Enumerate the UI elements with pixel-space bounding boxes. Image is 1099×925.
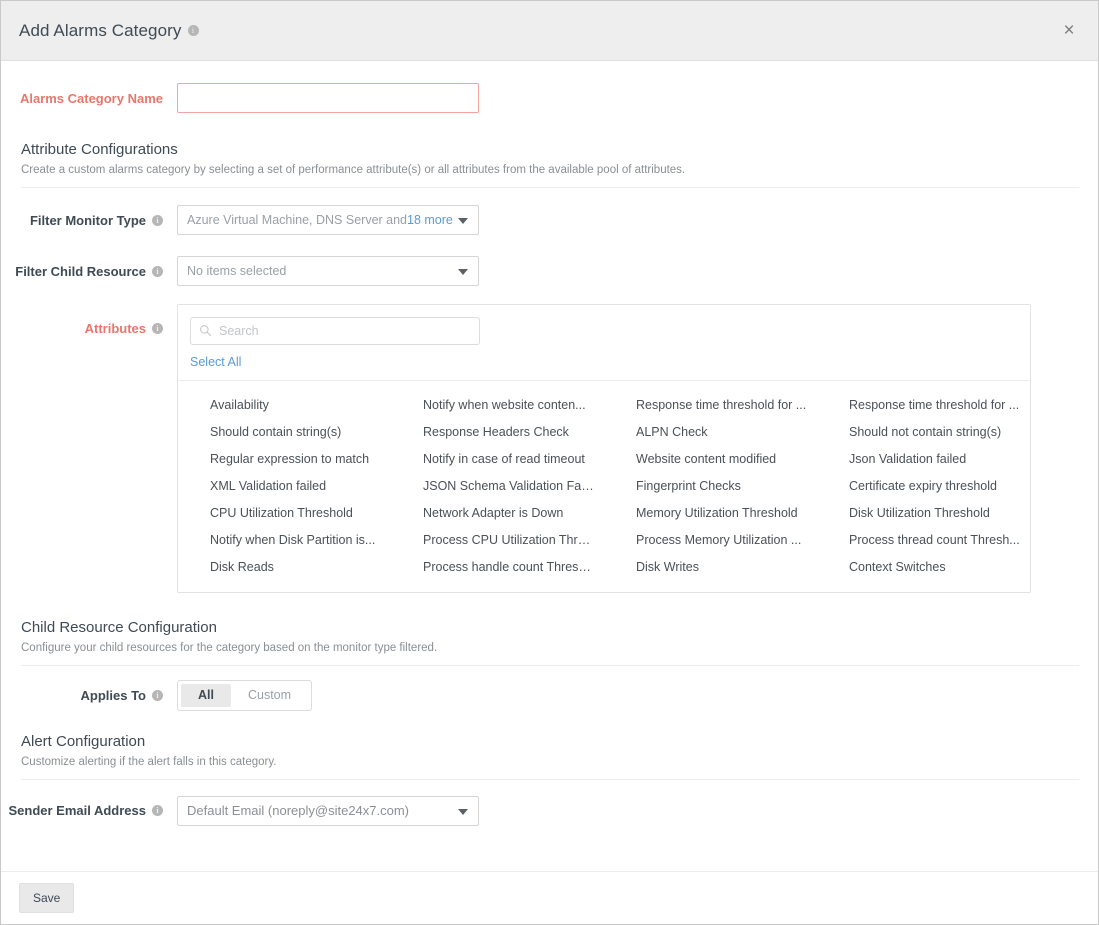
select-all-link[interactable]: Select All xyxy=(190,355,241,369)
attribute-item[interactable]: Disk Writes xyxy=(604,553,817,580)
chevron-down-icon xyxy=(458,808,468,815)
attributes-panel: Select All AvailabilityNotify when websi… xyxy=(177,304,1031,593)
dialog-footer: Save xyxy=(1,871,1098,924)
attribute-item[interactable]: Memory Utilization Threshold xyxy=(604,499,817,526)
attribute-item[interactable]: Disk Reads xyxy=(178,553,391,580)
attribute-item[interactable]: Response Headers Check xyxy=(391,418,604,445)
alarms-category-name-input[interactable] xyxy=(177,83,479,113)
filter-child-resource-label: Filter Child Resource i xyxy=(1,264,177,279)
attribute-item[interactable]: Notify in case of read timeout xyxy=(391,445,604,472)
filter-monitor-type-value-prefix: Azure Virtual Machine, DNS Server and xyxy=(187,213,408,227)
attribute-item[interactable]: Notify when website conten... xyxy=(391,391,604,418)
section-divider xyxy=(21,665,1079,666)
info-icon[interactable]: i xyxy=(152,265,163,277)
attribute-item[interactable]: JSON Schema Validation Fail... xyxy=(391,472,604,499)
applies-to-label-text: Applies To xyxy=(80,687,146,703)
filter-monitor-type-label: Filter Monitor Type i xyxy=(1,213,177,228)
dialog-header: Add Alarms Category i × xyxy=(1,1,1098,61)
attribute-item[interactable]: XML Validation failed xyxy=(178,472,391,499)
applies-to-option-custom[interactable]: Custom xyxy=(231,684,308,707)
attributes-panel-top: Select All xyxy=(178,305,1030,380)
attribute-item[interactable]: CPU Utilization Threshold xyxy=(178,499,391,526)
alarms-category-name-row: Alarms Category Name xyxy=(1,83,1098,113)
filter-monitor-type-row: Filter Monitor Type i Azure Virtual Machi… xyxy=(1,205,1098,235)
attributes-label-text: Attributes xyxy=(84,321,146,336)
info-icon[interactable]: i xyxy=(152,689,163,701)
filter-child-resource-value: No items selected xyxy=(187,264,287,278)
filter-child-resource-field-col: No items selected xyxy=(177,256,1098,286)
attribute-item[interactable]: Notify when Disk Partition is... xyxy=(178,526,391,553)
sender-email-row: Sender Email Address i Default Email (nor… xyxy=(1,795,1098,826)
filter-monitor-type-select[interactable]: Azure Virtual Machine, DNS Server and 18… xyxy=(177,205,479,235)
attribute-item[interactable]: Should not contain string(s) xyxy=(817,418,1030,445)
section-divider xyxy=(21,187,1079,188)
attribute-item[interactable]: Website content modified xyxy=(604,445,817,472)
alert-configuration-description: Customize alerting if the alert falls in… xyxy=(21,755,277,768)
alarms-category-name-label: Alarms Category Name xyxy=(19,90,163,106)
attribute-item[interactable]: Process Memory Utilization ... xyxy=(604,526,817,553)
applies-to-field-col: All Custom xyxy=(177,680,1098,711)
attributes-field-col: Select All AvailabilityNotify when websi… xyxy=(177,304,1098,593)
sender-email-label: Sender Email Address i xyxy=(1,803,177,818)
dialog-title-text: Add Alarms Category xyxy=(19,20,182,40)
attribute-item[interactable]: ALPN Check xyxy=(604,418,817,445)
dialog-body: Alarms Category Name Attribute Configura… xyxy=(1,61,1098,871)
section-divider xyxy=(21,778,1079,780)
sender-email-value: Default Email (noreply@site24x7.com) xyxy=(187,803,410,818)
attribute-item[interactable]: Response time threshold for ... xyxy=(604,391,817,418)
filter-child-resource-label-text: Filter Child Resource xyxy=(15,263,146,279)
filter-child-resource-select[interactable]: No items selected xyxy=(177,256,479,286)
page-title: Add Alarms Category i xyxy=(19,21,199,41)
attributes-search-wrap xyxy=(190,317,480,345)
sender-email-select[interactable]: Default Email (noreply@site24x7.com) xyxy=(177,795,479,826)
attribute-item[interactable]: Regular expression to match xyxy=(178,445,391,472)
attribute-item[interactable]: Process CPU Utilization Thre... xyxy=(391,526,604,553)
search-input[interactable] xyxy=(190,317,480,345)
alert-configuration-title: Alert Configuration xyxy=(21,732,146,750)
info-icon[interactable]: i xyxy=(187,24,199,36)
filter-child-resource-row: Filter Child Resource i No items selected xyxy=(1,256,1098,286)
attribute-item[interactable]: Certificate expiry threshold xyxy=(817,472,1030,499)
chevron-down-icon xyxy=(458,218,468,224)
attribute-item[interactable]: Context Switches xyxy=(817,553,1030,580)
attribute-configurations-description: Create a custom alarms category by selec… xyxy=(21,164,686,176)
attributes-row: Attributesi Select All A xyxy=(1,304,1098,593)
attribute-item[interactable]: Network Adapter is Down xyxy=(391,499,604,526)
close-icon[interactable]: × xyxy=(1056,18,1082,44)
filter-monitor-type-field-col: Azure Virtual Machine, DNS Server and 18… xyxy=(177,205,1098,235)
attribute-configurations-title: Attribute Configurations xyxy=(21,141,178,158)
child-resource-configuration-description: Configure your child resources for the c… xyxy=(21,642,438,654)
attribute-item[interactable]: Disk Utilization Threshold xyxy=(817,499,1030,526)
add-alarms-category-dialog: Add Alarms Category i × Alarms Category N… xyxy=(0,0,1099,925)
applies-to-toggle: All Custom xyxy=(177,680,313,711)
attributes-label: Attributes i xyxy=(1,304,177,336)
save-button[interactable]: Save xyxy=(19,883,75,913)
info-icon[interactable]: i xyxy=(152,214,163,226)
attribute-item[interactable]: Fingerprint Checks xyxy=(604,472,817,499)
filter-monitor-type-label-text: Filter Monitor Type xyxy=(29,212,146,228)
attribute-item[interactable]: Process thread count Thresh... xyxy=(817,526,1030,553)
attribute-item[interactable]: Response time threshold for ... xyxy=(817,391,1030,418)
attribute-item[interactable]: Should contain string(s) xyxy=(178,418,391,445)
alarms-category-name-field-col xyxy=(177,83,1098,113)
info-icon[interactable]: i xyxy=(152,805,163,816)
attributes-grid: Availability Notify when website conten..… xyxy=(178,381,1030,592)
info-icon[interactable]: i xyxy=(152,323,163,334)
applies-to-option-all[interactable]: All xyxy=(181,684,231,707)
attribute-item[interactable]: Json Validation failed xyxy=(817,445,1030,472)
sender-email-label-text: Sender Email Address xyxy=(8,803,146,818)
applies-to-label: Applies To i xyxy=(1,688,177,703)
applies-to-row: Applies To i All Custom xyxy=(1,680,1098,711)
chevron-down-icon xyxy=(458,269,468,275)
attribute-item[interactable]: Availability xyxy=(178,391,391,418)
attribute-item[interactable]: Process handle count Thresh... xyxy=(391,553,604,580)
child-resource-configuration-title: Child Resource Configuration xyxy=(21,619,217,636)
sender-email-field-col: Default Email (noreply@site24x7.com) xyxy=(177,795,1098,826)
filter-monitor-type-more-link[interactable]: 18 more xyxy=(407,213,453,227)
